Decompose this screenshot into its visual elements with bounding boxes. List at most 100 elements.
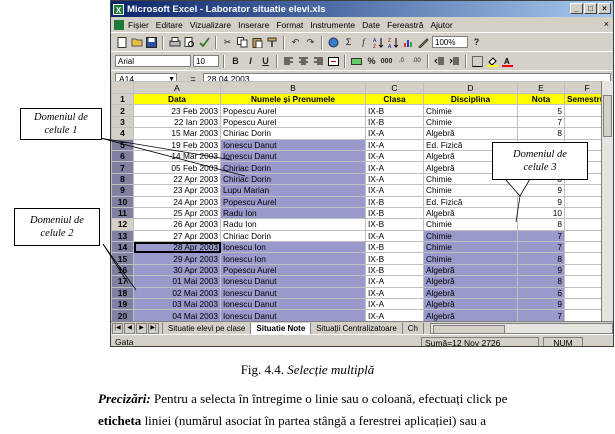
cell[interactable]: Radu Ion [220, 218, 366, 231]
row-header[interactable]: 17 [111, 275, 134, 288]
row-header[interactable]: 20 [111, 309, 134, 321]
cell[interactable]: Algebră [423, 298, 518, 311]
cell[interactable]: IX-A [365, 138, 424, 151]
column-header-a[interactable]: A [133, 81, 221, 94]
row-header[interactable]: 4 [111, 127, 134, 140]
redo-icon[interactable]: ↷ [304, 36, 317, 49]
copy-icon[interactable] [236, 36, 249, 49]
horizontal-scrollbar[interactable] [430, 323, 613, 334]
cell[interactable]: IX-B [365, 115, 424, 129]
column-header-e[interactable]: E [517, 81, 565, 94]
decrease-indent-icon[interactable] [433, 55, 446, 68]
row-header[interactable]: 16 [111, 263, 134, 277]
undo-icon[interactable]: ↶ [289, 36, 302, 49]
cell[interactable]: 25 Apr 2003 [133, 206, 221, 220]
cell[interactable]: IX-B [365, 241, 424, 254]
menu-window[interactable]: Fereastră [387, 20, 423, 30]
prev-sheet-icon[interactable]: ◀ [124, 323, 135, 334]
cell[interactable]: Ionescu Danut [220, 309, 366, 321]
cell[interactable]: Popescu Aurel [220, 263, 366, 277]
percent-icon[interactable]: % [365, 55, 378, 68]
vertical-scroll-thumb[interactable] [603, 95, 612, 137]
cell[interactable]: Chiriac Dorin [220, 172, 366, 186]
cell[interactable]: Algebră [423, 127, 518, 140]
sort-descending-icon[interactable]: ZA [387, 36, 400, 49]
cell[interactable]: 9 [517, 184, 565, 197]
chart-wizard-icon[interactable] [402, 36, 415, 49]
cell[interactable]: 04 Mai 2003 [133, 309, 221, 321]
cell[interactable]: 29 Apr 2003 [133, 252, 221, 265]
cell[interactable]: 28 Apr 2003 [133, 241, 221, 254]
cell[interactable]: IX-B [365, 218, 424, 231]
cell[interactable]: IX-A [365, 172, 424, 186]
cell[interactable]: IX-A [365, 184, 424, 197]
row-header[interactable]: 3 [111, 115, 134, 129]
cell[interactable]: 26 Apr 2003 [133, 218, 221, 231]
cell[interactable]: Chimie [423, 229, 518, 243]
font-name-select[interactable]: Arial [115, 55, 191, 67]
cell[interactable]: IX-A [365, 298, 424, 311]
sheet-tab-ch[interactable]: Ch [401, 322, 425, 335]
cell[interactable]: 27 Apr 2003 [133, 229, 221, 243]
font-color-icon[interactable]: A [501, 55, 514, 68]
menu-edit[interactable]: Editare [156, 20, 183, 30]
cell[interactable]: Chiriac Dorin [220, 161, 366, 174]
sort-ascending-icon[interactable]: AZ [372, 36, 385, 49]
menu-insert[interactable]: Inserare [238, 20, 269, 30]
currency-icon[interactable] [350, 55, 363, 68]
cell[interactable]: Ionescu Danut [220, 275, 366, 288]
cell[interactable]: Chimie [423, 252, 518, 265]
cell[interactable]: Ionescu Ion [220, 241, 366, 254]
drawing-icon[interactable] [417, 36, 430, 49]
cell[interactable]: 9 [517, 263, 565, 277]
cell[interactable]: Ed. Fizică [423, 195, 518, 208]
fill-color-icon[interactable] [486, 55, 499, 68]
column-header-c[interactable]: C [365, 81, 424, 94]
cell[interactable]: 7 [517, 115, 565, 129]
cell[interactable]: 7 [517, 229, 565, 243]
cell[interactable]: Ionescu Danut [220, 298, 366, 311]
row-header[interactable]: 14 [111, 241, 134, 254]
row-header[interactable]: 9 [111, 184, 134, 197]
cell[interactable]: 15 Mar 2003 [133, 127, 221, 140]
cell[interactable]: IX-A [365, 286, 424, 300]
row-header[interactable]: 7 [111, 161, 134, 174]
cell[interactable]: 03 Mai 2003 [133, 298, 221, 311]
cell[interactable]: Algebră [423, 275, 518, 288]
cell[interactable]: 8 [517, 218, 565, 231]
cell[interactable]: 01 Mai 2003 [133, 275, 221, 288]
print-preview-icon[interactable] [183, 36, 196, 49]
header-cell[interactable]: Numele și Prenumele [220, 92, 366, 106]
workbook-close-icon[interactable]: × [604, 19, 609, 29]
cell[interactable]: IX-A [365, 149, 424, 163]
row-header[interactable]: 8 [111, 172, 134, 186]
first-sheet-icon[interactable]: |◀ [112, 323, 123, 334]
row-header[interactable]: 5 [111, 138, 134, 151]
row-header[interactable]: 6 [111, 149, 134, 163]
cell[interactable]: 05 Feb 2003 [133, 161, 221, 174]
column-header-b[interactable]: B [220, 81, 366, 94]
header-cell[interactable]: Nota [517, 92, 565, 106]
row-header-1[interactable]: 1 [111, 92, 134, 106]
cell[interactable]: Ionescu Danut [220, 138, 366, 151]
cell[interactable]: IX-A [365, 229, 424, 243]
menu-tools[interactable]: Instrumente [310, 20, 355, 30]
open-icon[interactable] [130, 36, 143, 49]
cell[interactable]: Popescu Aurel [220, 115, 366, 129]
merge-center-icon[interactable] [327, 55, 340, 68]
cell[interactable]: IX-B [365, 195, 424, 208]
cell[interactable]: 02 Mai 2003 [133, 286, 221, 300]
underline-icon[interactable]: U [259, 55, 272, 68]
cell[interactable]: Popescu Aurel [220, 104, 366, 117]
cell[interactable]: Chimie [423, 104, 518, 117]
new-icon[interactable] [115, 36, 128, 49]
paste-icon[interactable] [251, 36, 264, 49]
function-icon[interactable]: f [357, 36, 370, 49]
cut-icon[interactable]: ✂ [221, 36, 234, 49]
row-header[interactable]: 11 [111, 206, 134, 220]
cell[interactable]: Popescu Aurel [220, 195, 366, 208]
cell[interactable]: Ionescu Ion [220, 252, 366, 265]
zoom-select[interactable]: 100% [432, 36, 468, 48]
menu-view[interactable]: Vizualizare [190, 20, 231, 30]
cell[interactable]: IX-A [365, 127, 424, 140]
